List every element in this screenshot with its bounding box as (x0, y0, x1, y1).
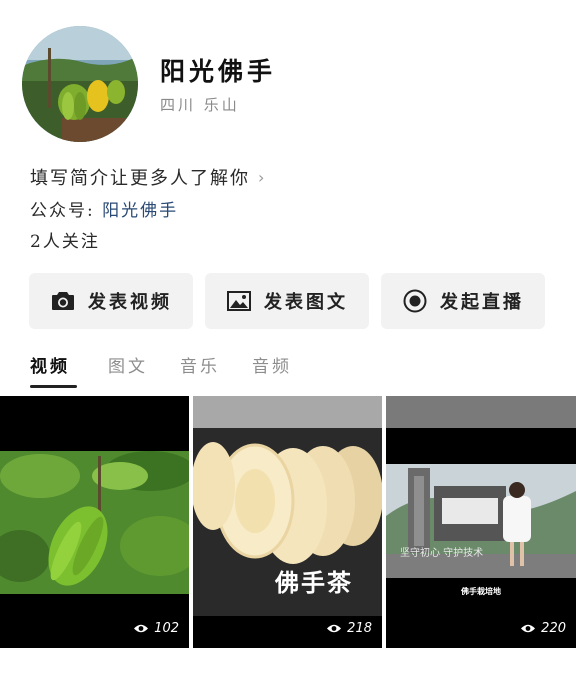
profile-avatar[interactable] (22, 26, 138, 142)
tab-music[interactable]: 音乐 (180, 352, 220, 377)
start-live-button[interactable]: 发起直播 (381, 273, 545, 329)
view-count: 218 (326, 621, 372, 636)
publish-video-button[interactable]: 发表视频 (29, 273, 193, 329)
publish-article-button[interactable]: 发表图文 (205, 273, 369, 329)
video-tile[interactable]: 102 (0, 396, 189, 648)
video-thumbnail (0, 396, 189, 648)
video-thumbnail (193, 396, 382, 648)
chevron-right-icon: › (258, 167, 267, 187)
follow-count[interactable]: 2人关注 (30, 227, 100, 252)
official-account-prefix: 公众号: (30, 201, 95, 221)
active-tab-indicator (30, 385, 77, 388)
view-count-value: 102 (154, 621, 179, 636)
publish-article-label: 发表图文 (264, 292, 348, 313)
view-count-value: 218 (347, 621, 372, 636)
tab-articles[interactable]: 图文 (108, 352, 148, 377)
live-icon (402, 288, 428, 314)
video-thumbnail (386, 396, 576, 648)
tab-videos[interactable]: 视频 (30, 352, 70, 377)
eye-icon (520, 623, 536, 634)
profile-location: 四川 乐山 (160, 96, 240, 114)
video-overlay-slogan: 坚守初心 守护技术 (400, 548, 484, 559)
publish-video-label: 发表视频 (88, 292, 172, 313)
view-count: 220 (520, 621, 566, 636)
image-icon (226, 288, 252, 314)
view-count-value: 220 (541, 621, 566, 636)
view-count: 102 (133, 621, 179, 636)
eye-icon (133, 623, 149, 634)
bio-edit-prompt[interactable]: 填写简介让更多人了解你 › (30, 164, 266, 190)
tab-audio[interactable]: 音频 (252, 352, 292, 377)
bio-prompt-text: 填写简介让更多人了解你 (30, 168, 250, 189)
camera-icon (50, 288, 76, 314)
start-live-label: 发起直播 (440, 292, 524, 313)
content-tabs: 视频 图文 音乐 音频 (0, 352, 576, 392)
eye-icon (326, 623, 342, 634)
video-tile[interactable]: 坚守初心 守护技术 佛手栽培地 220 (386, 396, 576, 648)
video-grid: 102 佛手茶 218 坚守初心 守护技术 佛手栽培地 220 (0, 396, 576, 648)
video-overlay-title: 佛手茶 (275, 568, 353, 597)
official-account-link[interactable]: 阳光佛手 (102, 201, 178, 221)
video-tile[interactable]: 佛手茶 218 (193, 396, 382, 648)
avatar-image (22, 26, 138, 142)
video-overlay-caption: 佛手栽培地 (461, 587, 501, 596)
profile-name: 阳光佛手 (160, 57, 277, 86)
official-account-line: 公众号: 阳光佛手 (30, 196, 178, 221)
